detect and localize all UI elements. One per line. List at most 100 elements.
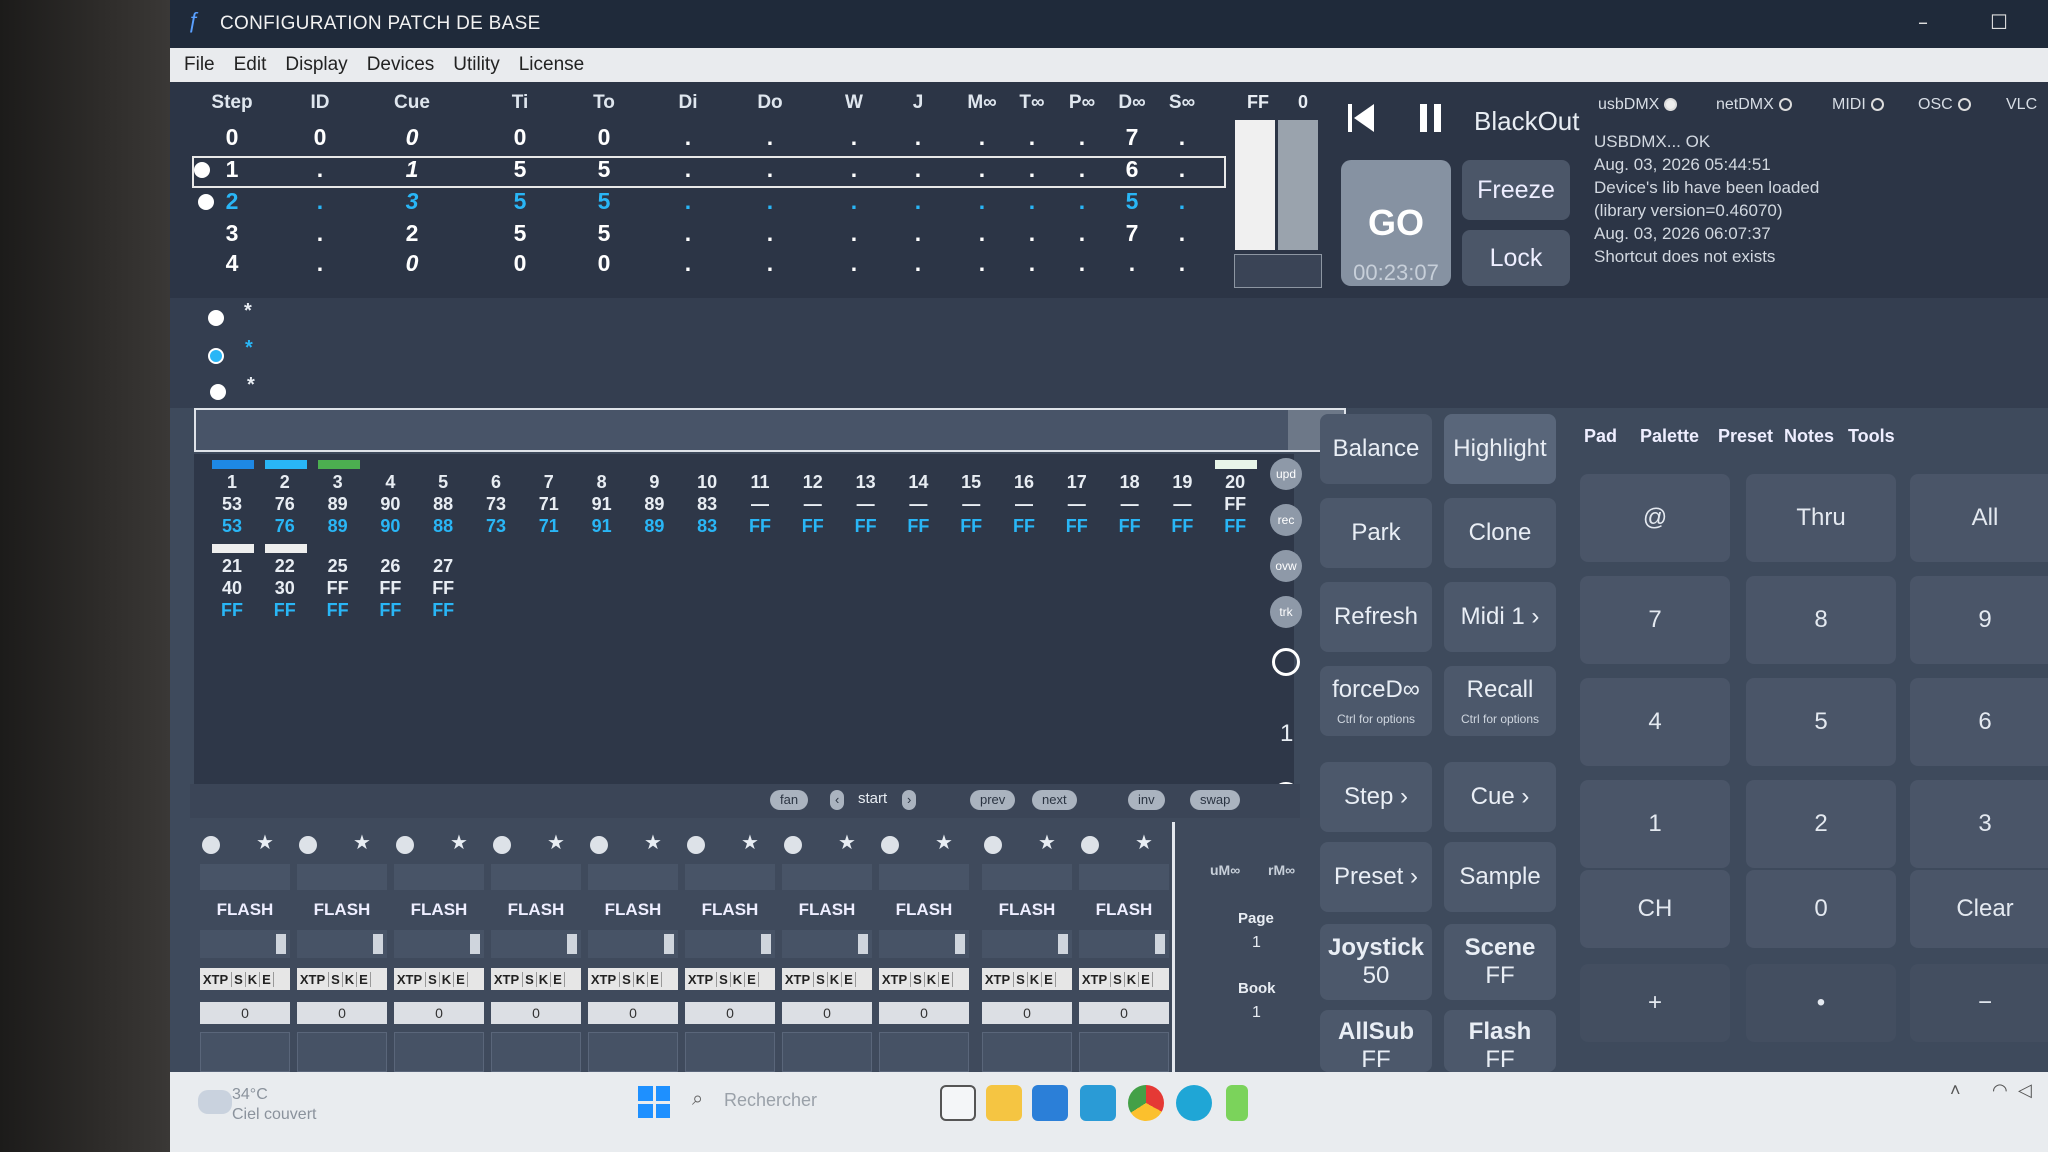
channel-level[interactable]: 53 (222, 494, 242, 515)
keypad-key[interactable]: @ (1580, 474, 1730, 562)
channel-level[interactable]: 76 (275, 494, 295, 515)
sequence-cell[interactable]: 0 (314, 124, 327, 151)
submaster-level[interactable]: 0 (491, 1002, 581, 1024)
channel-level[interactable]: — (1068, 494, 1086, 515)
ff-fader[interactable] (1235, 120, 1275, 250)
freeze-button[interactable]: Freeze (1462, 160, 1570, 220)
xtp-toggle[interactable]: XTP (982, 971, 1014, 987)
fader-handle[interactable] (470, 934, 480, 954)
channel-level-secondary[interactable]: FF (1066, 516, 1088, 537)
xtp-toggle[interactable]: S (1111, 971, 1125, 987)
fader-handle[interactable] (955, 934, 965, 954)
sequence-cell[interactable]: . (317, 156, 323, 183)
keypad-key[interactable]: 5 (1746, 678, 1896, 766)
channel-number[interactable]: 3 (333, 472, 343, 493)
sequence-cell[interactable]: . (685, 188, 691, 215)
sequence-cell[interactable]: . (915, 156, 921, 183)
submaster-level[interactable]: 0 (588, 1002, 678, 1024)
sequence-cell[interactable]: 5 (514, 188, 527, 215)
search-icon[interactable]: ⌕ (692, 1088, 703, 1111)
menu-file[interactable]: File (184, 54, 215, 76)
channel-number[interactable]: 2 (280, 472, 290, 493)
keypad-key[interactable]: 8 (1746, 576, 1896, 664)
submaster-level[interactable]: 0 (685, 1002, 775, 1024)
command-line-input[interactable] (194, 408, 1346, 452)
xtp-toggle[interactable]: S (717, 971, 731, 987)
menu-display[interactable]: Display (285, 54, 347, 76)
channel-level[interactable]: — (751, 494, 769, 515)
fader-handle[interactable] (858, 934, 868, 954)
channel-number[interactable]: 27 (433, 556, 453, 577)
mail-icon[interactable] (1080, 1085, 1116, 1121)
channel-number[interactable]: 13 (856, 472, 876, 493)
windows-start-icon[interactable] (638, 1086, 670, 1118)
xtp-toggle[interactable]: XTP (1079, 971, 1111, 987)
channel-level-secondary[interactable]: FF (221, 600, 243, 621)
sequence-cell[interactable]: 2 (226, 188, 239, 215)
flash-button[interactable]: FLASH (982, 900, 1072, 920)
sequence-cell[interactable]: 0 (406, 124, 419, 151)
xtp-toggle[interactable]: XTP (394, 971, 426, 987)
channel-number[interactable]: 21 (222, 556, 242, 577)
submaster-star-icon[interactable]: ★ (1135, 830, 1153, 855)
submaster-pad[interactable] (685, 1032, 775, 1072)
submaster-pad[interactable] (588, 1032, 678, 1072)
submaster-level[interactable]: 0 (394, 1002, 484, 1024)
submaster-star-icon[interactable]: ★ (741, 830, 759, 855)
keypad-key[interactable]: 6 (1910, 678, 2048, 766)
preset-button[interactable]: Preset › (1320, 842, 1432, 912)
xtp-toggle[interactable]: S (523, 971, 537, 987)
store-icon[interactable] (1032, 1085, 1068, 1121)
xtp-toggle[interactable]: XTP (200, 971, 232, 987)
go-button[interactable]: GO 00:23:07 (1341, 160, 1451, 286)
submaster-toggle-icon[interactable] (984, 836, 1002, 854)
sequence-cell[interactable]: . (979, 188, 985, 215)
keypad-key[interactable]: + (1580, 964, 1730, 1042)
page-value[interactable]: 1 (1252, 934, 1261, 952)
submaster-name-field[interactable] (982, 864, 1072, 890)
sequence-cell[interactable]: . (685, 124, 691, 151)
pause-icon[interactable] (1416, 100, 1446, 136)
channel-level[interactable]: 73 (486, 494, 506, 515)
submaster-star-icon[interactable]: ★ (547, 830, 565, 855)
start-next-arrow-icon[interactable]: › (902, 790, 917, 810)
sequence-cell[interactable]: . (851, 188, 857, 215)
channel-level[interactable]: FF (1224, 494, 1246, 515)
channel-number[interactable]: 11 (750, 472, 769, 493)
flash-button[interactable]: FLASH (588, 900, 678, 920)
fader-handle[interactable] (1058, 934, 1068, 954)
allsub-button[interactable]: AllSub FF (1320, 1010, 1432, 1073)
channel-level-secondary[interactable]: FF (749, 516, 771, 537)
keypad-key[interactable]: 9 (1910, 576, 2048, 664)
channel-level[interactable]: 88 (433, 494, 453, 515)
channel-level[interactable]: 30 (275, 578, 295, 599)
channel-level-secondary[interactable]: FF (379, 600, 401, 621)
submaster-name-field[interactable] (1079, 864, 1169, 890)
keypad-key[interactable]: • (1746, 964, 1896, 1042)
update-button[interactable]: upd (1270, 458, 1302, 490)
sequence-cell[interactable]: . (915, 124, 921, 151)
sequence-cell[interactable]: 0 (406, 250, 419, 277)
channel-number[interactable]: 12 (803, 472, 823, 493)
xtp-toggle[interactable]: E (745, 971, 759, 987)
submaster-level[interactable]: 0 (982, 1002, 1072, 1024)
keypad-key[interactable]: 4 (1580, 678, 1730, 766)
sequence-cell[interactable]: . (1079, 250, 1085, 277)
submaster-toggle-icon[interactable] (881, 836, 899, 854)
xtp-toggle[interactable]: K (828, 971, 842, 987)
fader-handle[interactable] (1155, 934, 1165, 954)
overview-button[interactable]: ovw (1270, 550, 1302, 582)
xtp-toggle[interactable]: K (731, 971, 745, 987)
channel-level-secondary[interactable]: FF (274, 600, 296, 621)
xtp-toggle[interactable]: S (1014, 971, 1028, 987)
xtp-toggle[interactable]: K (343, 971, 357, 987)
tray-chevron-icon[interactable]: ˄ (1950, 1080, 1961, 1101)
submaster-name-field[interactable] (588, 864, 678, 890)
keypad-key[interactable]: 0 (1746, 870, 1896, 948)
channel-level-secondary[interactable]: FF (802, 516, 824, 537)
submaster-star-icon[interactable]: ★ (450, 830, 468, 855)
submaster-name-field[interactable] (491, 864, 581, 890)
keypad-key[interactable]: 7 (1580, 576, 1730, 664)
channel-level-secondary[interactable]: FF (327, 600, 349, 621)
channel-number[interactable]: 16 (1014, 472, 1034, 493)
